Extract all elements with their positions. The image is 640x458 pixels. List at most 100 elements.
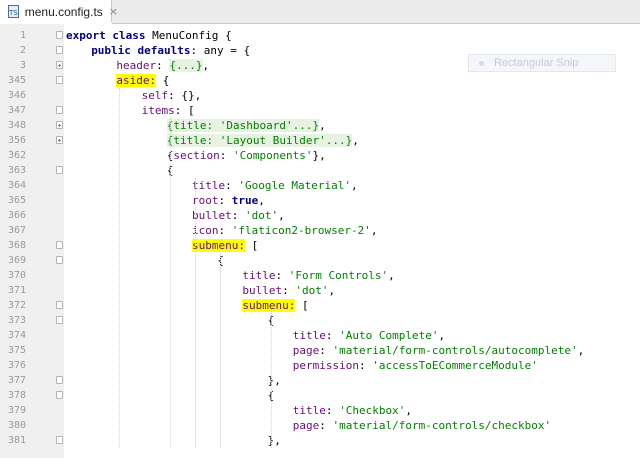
tab-menu-config[interactable]: TS menu.config.ts ×: [0, 0, 118, 24]
fold-collapse-icon[interactable]: [56, 391, 63, 399]
code-text: },: [268, 433, 281, 448]
code-line[interactable]: 369{: [0, 253, 640, 268]
code-token: title: [192, 179, 226, 192]
fold-collapse-icon[interactable]: [56, 76, 63, 84]
fold-collapse-icon[interactable]: [56, 31, 63, 39]
code-token: :: [282, 284, 296, 297]
code-line[interactable]: 374 title: 'Auto Complete',: [0, 328, 640, 343]
line-number: 369: [7, 255, 26, 266]
code-token: 'Form Controls': [288, 269, 389, 282]
code-line[interactable]: 348 {title: 'Dashboard'...},: [0, 118, 640, 133]
code-line[interactable]: 379 title: 'Checkbox',: [0, 403, 640, 418]
code-text: aside: {: [116, 73, 169, 88]
fold-collapse-icon[interactable]: [56, 436, 63, 444]
code-token: export class: [66, 29, 153, 42]
code-line[interactable]: 375 page: 'material/form-controls/autocom…: [0, 343, 640, 358]
code-token: permission: [292, 359, 360, 372]
fold-collapse-icon[interactable]: [56, 376, 63, 384]
code-token: ,: [438, 329, 446, 342]
code-text: public defaults: any = {: [91, 43, 250, 58]
code-text: title: 'Auto Complete',: [293, 328, 445, 343]
code-line[interactable]: 376 permission: 'accessToECommerceModule': [0, 358, 640, 373]
code-token: 'Checkbox': [339, 404, 406, 417]
line-number: 379: [7, 405, 26, 416]
code-line[interactable]: 371 bullet: 'dot',: [0, 283, 640, 298]
line-number: 375: [7, 345, 26, 356]
code-token: page: [292, 419, 320, 432]
fold-expand-icon[interactable]: [56, 136, 63, 144]
code-line[interactable]: 356 {title: 'Layout Builder'...},: [0, 133, 640, 148]
line-number: 380: [7, 420, 26, 431]
fold-collapse-icon[interactable]: [56, 166, 63, 174]
code-token: :: [325, 329, 340, 342]
code-line[interactable]: 345 aside: {: [0, 73, 640, 88]
code-token: {...}: [169, 59, 203, 72]
code-text: export class MenuConfig {: [66, 28, 232, 43]
fold-collapse-icon[interactable]: [56, 106, 63, 114]
fold-expand-icon[interactable]: [56, 61, 63, 69]
line-number: 363: [7, 165, 26, 176]
code-line[interactable]: 368 submenu: [: [0, 238, 640, 253]
code-line[interactable]: 1 export class MenuConfig {: [0, 28, 640, 43]
code-token: 'dot': [245, 209, 279, 222]
code-line[interactable]: 373{: [0, 313, 640, 328]
code-token: submenu:: [242, 299, 296, 312]
code-token: ,: [278, 209, 285, 222]
close-icon[interactable]: ×: [109, 5, 118, 18]
line-number: 378: [7, 390, 26, 401]
code-token: 'material/form-controls/autocomplete': [332, 344, 578, 357]
code-text: self: {},: [142, 88, 202, 103]
code-token: ,: [405, 404, 413, 417]
fold-collapse-icon[interactable]: [56, 301, 63, 309]
code-token: items: [141, 104, 175, 117]
snip-dot-icon: [479, 60, 484, 66]
indent-guide: [271, 313, 272, 448]
fold-collapse-icon[interactable]: [56, 46, 63, 54]
code-token: ,: [202, 59, 210, 72]
code-token: 'material/form-controls/checkbox': [332, 419, 552, 432]
code-token: 'Google Material': [238, 179, 351, 192]
code-line[interactable]: 363{: [0, 163, 640, 178]
code-token: {: [156, 74, 170, 87]
line-number: 365: [7, 195, 26, 206]
line-number: 373: [7, 315, 26, 326]
code-token: :: [275, 269, 289, 282]
code-token: ,: [350, 179, 358, 192]
code-line[interactable]: 378{: [0, 388, 640, 403]
code-token: title: [242, 269, 276, 282]
code-line[interactable]: 362 {section: 'Components'},: [0, 148, 640, 163]
code-line[interactable]: 346 self: {},: [0, 88, 640, 103]
code-token: 'flaticon2-browser-2': [231, 224, 371, 237]
line-number: 362: [7, 150, 26, 161]
fold-collapse-icon[interactable]: [56, 256, 63, 264]
code-line[interactable]: 370 title: 'Form Controls',: [0, 268, 640, 283]
code-token: public: [91, 44, 138, 57]
code-text: root: true,: [192, 193, 265, 208]
line-number: 367: [7, 225, 26, 236]
code-text: header: {...},: [116, 58, 209, 73]
line-number: 345: [7, 75, 26, 86]
code-token: :: [359, 359, 373, 372]
code-line[interactable]: 347 items: [: [0, 103, 640, 118]
code-line[interactable]: 380 page: 'material/form-controls/checkbo…: [0, 418, 640, 433]
line-number: 356: [7, 135, 26, 146]
code-line[interactable]: 377},: [0, 373, 640, 388]
fold-collapse-icon[interactable]: [56, 241, 63, 249]
code-token: :: [218, 194, 232, 207]
code-token: {title: 'Layout Builder'...}: [166, 134, 353, 147]
fold-expand-icon[interactable]: [56, 121, 63, 129]
code-token: submenu:: [192, 239, 245, 252]
code-line[interactable]: 366 bullet: 'dot',: [0, 208, 640, 223]
fold-collapse-icon[interactable]: [56, 316, 63, 324]
code-line[interactable]: 364 title: 'Google Material',: [0, 178, 640, 193]
code-line[interactable]: 372 submenu: [: [0, 298, 640, 313]
indent-guide: [220, 253, 221, 448]
code-token: :: [156, 59, 170, 72]
code-token: [: [295, 299, 309, 312]
code-line[interactable]: 365 root: true,: [0, 193, 640, 208]
code-token: [: [244, 239, 259, 252]
code-line[interactable]: 381},: [0, 433, 640, 448]
code-line[interactable]: 367 icon: 'flaticon2-browser-2',: [0, 223, 640, 238]
code-text: submenu: [: [242, 298, 309, 313]
code-token: :: [319, 344, 333, 357]
